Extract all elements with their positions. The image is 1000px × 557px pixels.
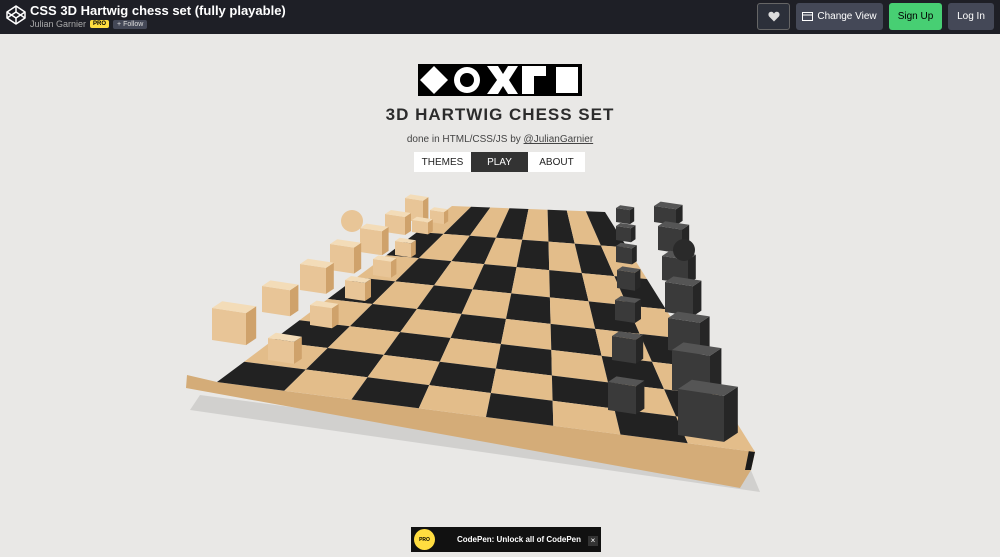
wood-pawn[interactable] (345, 276, 371, 301)
dark-pawn[interactable] (615, 296, 641, 323)
piece-face (212, 308, 246, 346)
piece-side (635, 269, 641, 291)
piece-face (616, 208, 630, 225)
close-icon[interactable]: × (588, 536, 598, 546)
piece-face (262, 286, 290, 317)
wood-pawn[interactable] (412, 216, 433, 235)
piece-side (636, 334, 644, 364)
piece-side (635, 299, 641, 323)
piece-side (724, 386, 738, 442)
wood-piece[interactable] (212, 301, 257, 346)
wood-piece[interactable] (330, 239, 362, 274)
dark-pawn[interactable] (608, 376, 645, 415)
piece-side (636, 380, 645, 415)
wood-piece[interactable] (385, 210, 411, 235)
piece-face (360, 228, 382, 256)
wood-piece[interactable] (360, 223, 389, 256)
wood-pawn[interactable] (395, 237, 416, 258)
promo-text: CodePen: Unlock all of CodePen (457, 535, 582, 544)
piece-side (382, 226, 389, 256)
dark-piece[interactable] (678, 379, 738, 442)
board-square[interactable] (549, 297, 596, 329)
wood-pawn[interactable] (268, 332, 302, 364)
piece-face (300, 264, 326, 294)
dark-pawn[interactable] (617, 266, 641, 291)
piece-side (354, 242, 362, 274)
piece-side (632, 245, 637, 265)
dark-piece[interactable] (665, 276, 702, 317)
wood-piece[interactable] (262, 280, 299, 317)
piece-face (373, 259, 391, 278)
dark-king-ball[interactable] (673, 239, 695, 261)
wood-pawn[interactable] (310, 300, 339, 329)
piece-face (665, 282, 693, 317)
board-square[interactable] (511, 267, 550, 298)
chess-board-scene[interactable] (0, 0, 1000, 557)
promo-bar[interactable]: PRO CodePen: Unlock all of CodePen × (411, 527, 601, 552)
piece-face (345, 280, 365, 301)
dark-pawn[interactable] (616, 205, 635, 225)
piece-face (615, 300, 635, 323)
piece-face (616, 226, 631, 243)
piece-face (310, 305, 332, 329)
piece-side (630, 207, 635, 225)
pro-promo-badge: PRO (414, 529, 435, 550)
dark-pawn[interactable] (616, 242, 637, 265)
piece-side (246, 306, 257, 346)
piece-face (608, 382, 636, 415)
piece-side (326, 262, 334, 294)
board-square[interactable] (516, 239, 550, 271)
piece-face (395, 241, 411, 258)
wood-king-ball[interactable] (341, 210, 363, 232)
wood-piece[interactable] (300, 258, 334, 294)
piece-face (617, 270, 635, 291)
piece-side (693, 280, 702, 317)
dark-pawn[interactable] (616, 223, 636, 243)
piece-face (616, 246, 632, 265)
piece-face (678, 389, 724, 442)
piece-face (612, 336, 636, 364)
piece-face (268, 338, 294, 364)
dark-pawn[interactable] (612, 331, 644, 364)
piece-face (412, 220, 428, 235)
wood-pawn[interactable] (373, 255, 397, 278)
board-square[interactable] (506, 293, 551, 324)
